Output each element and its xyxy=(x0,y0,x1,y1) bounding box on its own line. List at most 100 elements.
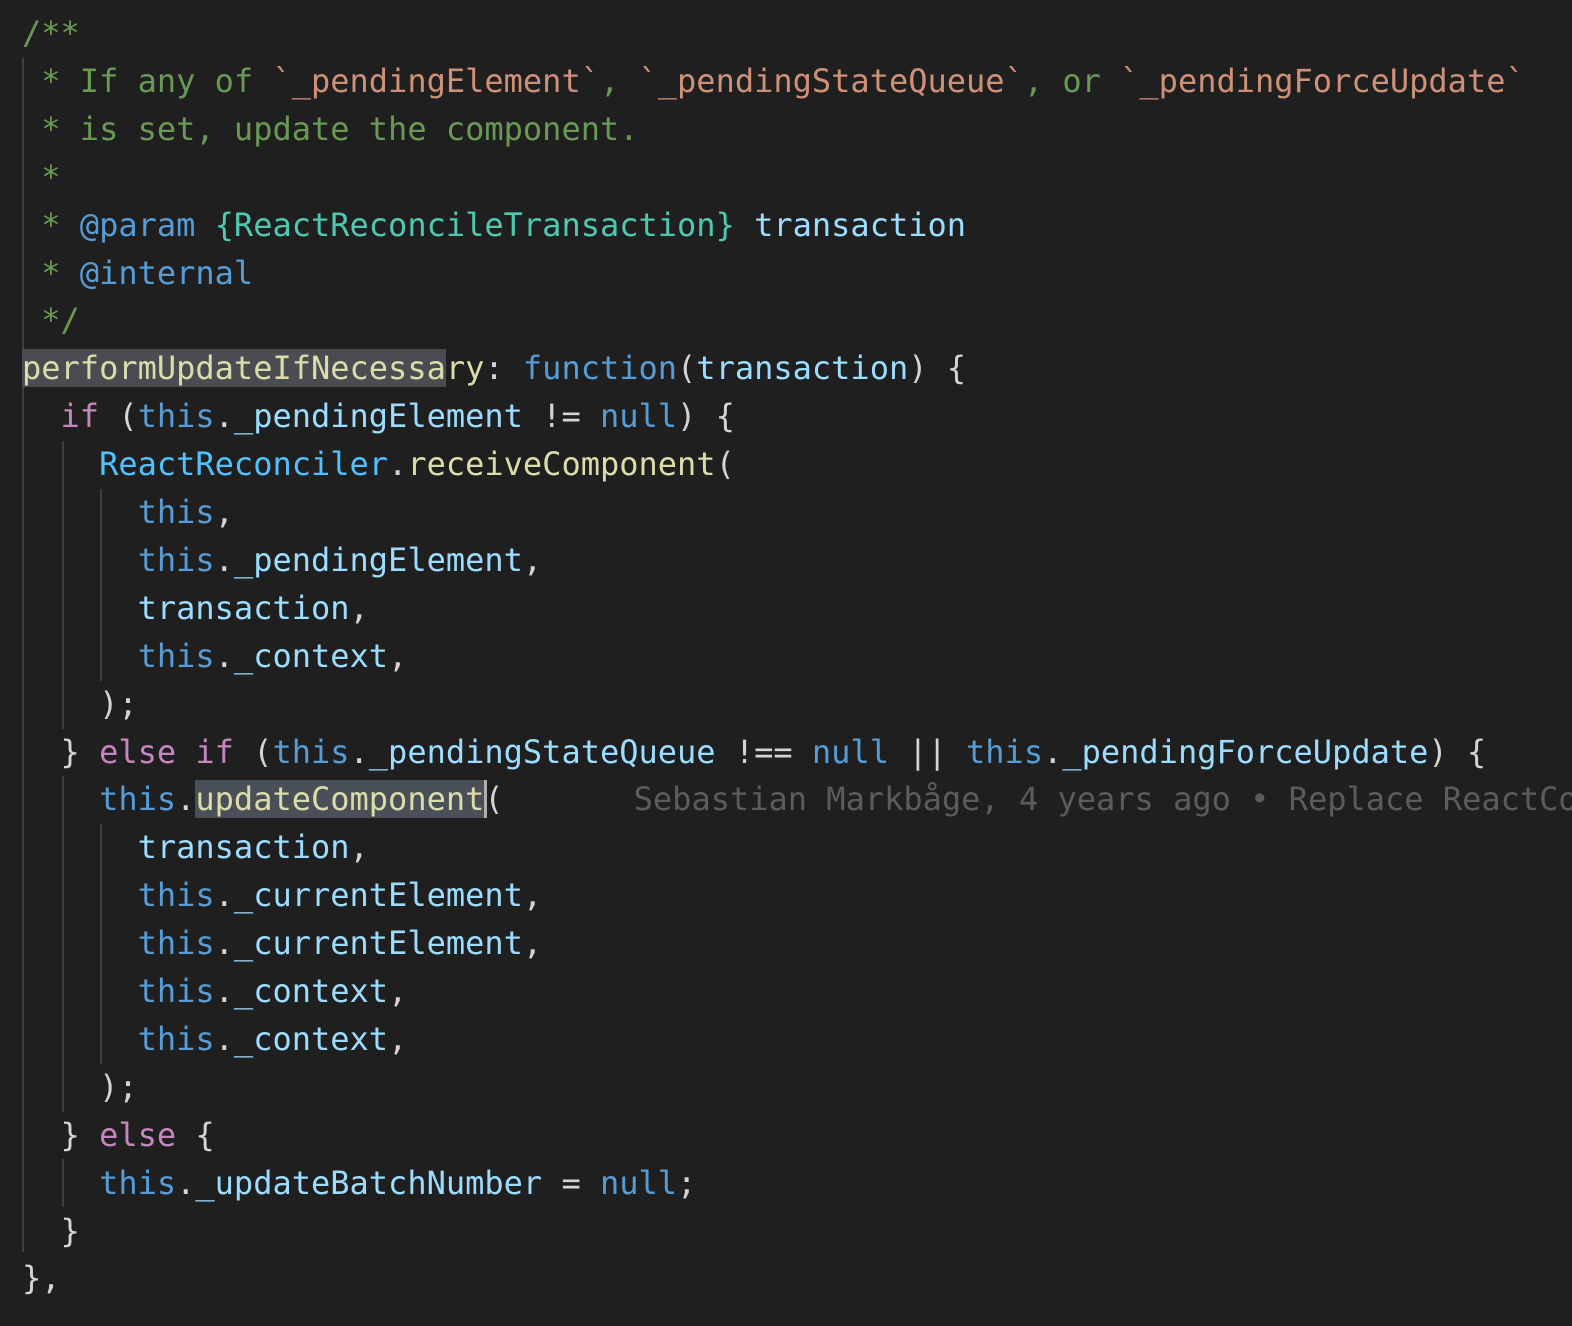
code-token: _pendingForceUpdate xyxy=(1062,732,1429,771)
code-line[interactable]: performUpdateIfNecessary: function(trans… xyxy=(0,345,966,393)
code-token: this xyxy=(137,397,215,436)
code-line[interactable]: * xyxy=(0,154,61,202)
code-token: ) { xyxy=(677,397,735,436)
code-token: */ xyxy=(22,301,80,340)
code-line[interactable]: this._currentElement, xyxy=(0,872,543,920)
code-token: } xyxy=(22,732,100,771)
git-blame-annotation[interactable]: Sebastian Markbåge, 4 years ago • Replac… xyxy=(504,780,1572,818)
code-token: _context xyxy=(233,972,389,1010)
code-token: ( xyxy=(484,780,504,819)
code-token: * xyxy=(22,157,61,196)
code-token: this xyxy=(272,732,350,771)
code-token: , xyxy=(522,924,543,963)
code-line[interactable]: }, xyxy=(0,1255,61,1303)
code-token: _context xyxy=(233,1019,389,1058)
code-token: {ReactReconcileTransaction} xyxy=(214,205,735,244)
code-token: , xyxy=(388,636,408,675)
code-token: * xyxy=(22,253,80,292)
code-token: this xyxy=(137,493,215,531)
code-token: . xyxy=(176,1163,196,1202)
code-token: `_pendingForceUpdate` xyxy=(1120,61,1525,100)
code-line[interactable]: ReactReconciler.receiveComponent( xyxy=(0,441,735,489)
code-token: this xyxy=(99,1163,177,1202)
code-token: transaction xyxy=(754,205,967,244)
code-token: @param xyxy=(79,205,196,244)
code-token: . xyxy=(1043,732,1063,771)
code-token: , xyxy=(388,972,408,1010)
code-token: transaction xyxy=(696,349,909,388)
code-token: _currentElement xyxy=(233,924,523,963)
code-token: performUpdateIfNecessa xyxy=(22,349,446,388)
code-line[interactable]: this._currentElement, xyxy=(0,920,543,968)
code-line[interactable]: * @param {ReactReconcileTransaction} tra… xyxy=(0,202,966,250)
code-token: function xyxy=(522,349,678,388)
code-token: ReactReconciler xyxy=(99,445,389,484)
code-line[interactable]: /** xyxy=(0,10,80,58)
code-line[interactable]: * @internal xyxy=(0,250,253,298)
code-line[interactable]: this._pendingElement, xyxy=(0,537,543,585)
code-token: ); xyxy=(22,1067,138,1106)
code-token: || xyxy=(888,732,967,771)
code-line[interactable]: } else if (this._pendingStateQueue !== n… xyxy=(0,729,1487,777)
code-token: this xyxy=(99,780,177,819)
code-token: }, xyxy=(22,1259,61,1298)
code-token: @internal xyxy=(79,253,254,292)
code-token: if xyxy=(60,397,100,436)
code-token: ( xyxy=(715,445,735,484)
code-line[interactable]: ); xyxy=(0,1064,138,1112)
code-token: , xyxy=(599,61,639,100)
code-line[interactable]: transaction, xyxy=(0,824,369,872)
code-token: . xyxy=(214,924,234,963)
code-line[interactable]: this._context, xyxy=(0,633,408,681)
code-token: . xyxy=(214,876,234,915)
code-token: this xyxy=(137,876,215,915)
code-line[interactable]: transaction, xyxy=(0,585,369,633)
code-token: { xyxy=(176,1115,215,1154)
code-token: transaction xyxy=(137,588,350,627)
code-token: transaction xyxy=(137,828,350,867)
code-token: ) { xyxy=(1428,732,1487,771)
code-token: ; xyxy=(677,1163,697,1202)
code-token: , xyxy=(388,1019,408,1058)
code-token: this xyxy=(966,732,1044,771)
code-token: } xyxy=(22,1211,80,1250)
code-token: _pendingElement xyxy=(233,397,523,436)
code-editor[interactable]: /** * If any of `_pendingElement`, `_pen… xyxy=(0,0,1572,1326)
code-line[interactable]: if (this._pendingElement != null) { xyxy=(0,393,735,441)
code-line[interactable]: this.updateComponent(Sebastian Markbåge,… xyxy=(0,776,1572,824)
code-token: . xyxy=(349,732,369,771)
code-token: . xyxy=(214,1019,234,1058)
code-line[interactable]: this, xyxy=(0,489,234,537)
code-token: _currentElement xyxy=(233,876,523,915)
code-token: null xyxy=(599,397,678,436)
code-line[interactable]: } else { xyxy=(0,1112,215,1160)
code-token: = xyxy=(542,1163,600,1202)
code-line[interactable]: * If any of `_pendingElement`, `_pending… xyxy=(0,58,1525,106)
code-token: updateComponent xyxy=(195,780,485,819)
code-token: , xyxy=(349,588,369,627)
code-line[interactable]: */ xyxy=(0,297,80,345)
code-token: !== xyxy=(715,732,812,771)
code-line[interactable]: this._updateBatchNumber = null; xyxy=(0,1160,696,1208)
code-token: null xyxy=(599,1163,678,1202)
code-token: this xyxy=(137,636,215,675)
code-line[interactable]: this._context, xyxy=(0,968,408,1016)
code-token: _pendingElement xyxy=(233,540,523,579)
code-token: else xyxy=(99,1115,177,1154)
code-line[interactable]: } xyxy=(0,1208,80,1256)
code-token: , or xyxy=(1023,61,1121,100)
code-line[interactable]: ); xyxy=(0,681,138,729)
code-token: _updateBatchNumber xyxy=(195,1163,543,1202)
code-line[interactable]: * is set, update the component. xyxy=(0,106,638,154)
code-token: ry xyxy=(445,349,485,388)
code-token: ( xyxy=(233,732,273,771)
code-line[interactable]: this._context, xyxy=(0,1016,408,1064)
